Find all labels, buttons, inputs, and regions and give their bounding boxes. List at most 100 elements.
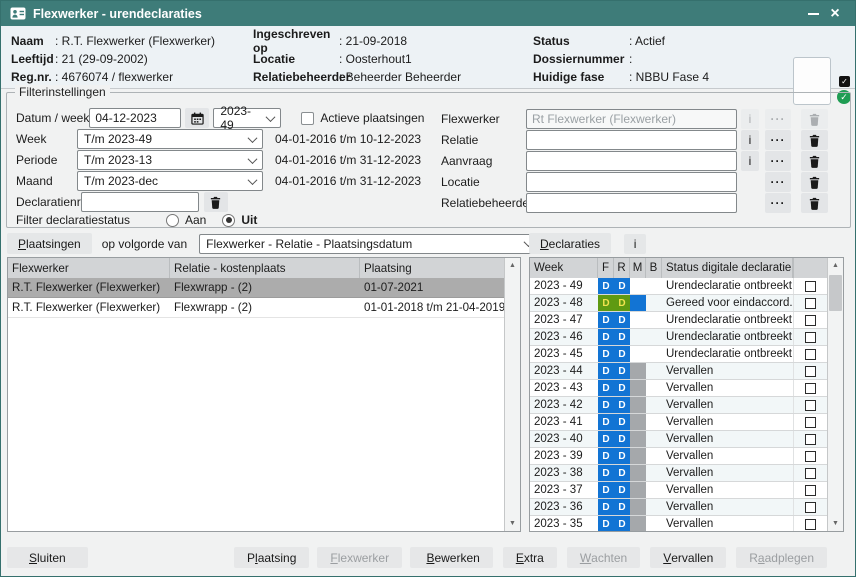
info-button[interactable]: i — [741, 130, 759, 150]
trash-icon — [209, 196, 222, 209]
browse-button[interactable]: ··· — [765, 109, 791, 129]
maand-select[interactable]: T/m 2023-dec — [77, 171, 263, 191]
clear-button[interactable] — [801, 193, 828, 213]
row-checkbox[interactable] — [805, 485, 816, 496]
row-checkbox[interactable] — [805, 298, 816, 309]
scroll-up-button[interactable]: ▲ — [505, 258, 520, 273]
row-checkbox[interactable] — [805, 383, 816, 394]
aanvraag-input[interactable] — [526, 151, 737, 171]
column-header-b[interactable]: B — [646, 258, 662, 278]
table-row[interactable]: 2023 - 44DDVervallen — [530, 363, 827, 380]
row-checkbox[interactable] — [805, 366, 816, 377]
periode-select[interactable]: T/m 2023-13 — [77, 150, 263, 170]
datum-input[interactable] — [89, 108, 181, 128]
column-header-m[interactable]: M — [630, 258, 646, 278]
info-button[interactable]: i — [741, 109, 759, 129]
week-select[interactable]: T/m 2023-49 — [77, 129, 263, 149]
vertical-scrollbar[interactable]: ▲ ▼ — [504, 258, 520, 531]
row-checkbox[interactable] — [805, 400, 816, 411]
vervallen-button[interactable]: Vervallen — [650, 547, 726, 568]
table-row[interactable]: 2023 - 47DDUrendeclaratie ontbreekt — [530, 312, 827, 329]
scrollbar-thumb[interactable] — [829, 275, 842, 311]
vertical-scrollbar[interactable]: ▲ ▼ — [827, 258, 843, 531]
extra-button[interactable]: Extra — [503, 547, 557, 568]
column-header-r[interactable]: R — [614, 258, 630, 278]
relatiebeheerder-input[interactable] — [526, 193, 737, 213]
browse-button[interactable]: ··· — [765, 130, 791, 150]
browse-button[interactable]: ··· — [765, 193, 791, 213]
table-row[interactable]: 2023 - 46DDUrendeclaratie ontbreekt — [530, 329, 827, 346]
checked-checkbox-icon[interactable]: ✓ — [839, 76, 850, 87]
m-status-cell — [630, 465, 646, 481]
header-column-1: Naam: R.T. Flexwerker (Flexwerker)Leefti… — [11, 32, 215, 86]
table-row[interactable]: 2023 - 49DDUrendeclaratie ontbreekt — [530, 278, 827, 295]
column-header-f[interactable]: F — [598, 258, 614, 278]
checkbox-cell — [793, 346, 827, 362]
column-header-week[interactable]: Week — [530, 258, 598, 278]
scroll-up-button[interactable]: ▲ — [828, 258, 843, 273]
radio-aan[interactable] — [166, 214, 179, 227]
b-status-cell — [646, 346, 662, 362]
column-header-status[interactable]: Status digitale declaratie — [662, 258, 793, 278]
plaatsingen-button[interactable]: Plaatsingen — [7, 233, 92, 254]
flexwerker-input[interactable] — [526, 109, 737, 129]
row-checkbox[interactable] — [805, 434, 816, 445]
table-row[interactable]: 2023 - 40DDVervallen — [530, 431, 827, 448]
table-row[interactable]: 2023 - 39DDVervallen — [530, 448, 827, 465]
calendar-button[interactable] — [185, 108, 209, 128]
row-checkbox[interactable] — [805, 349, 816, 360]
table-row[interactable]: 2023 - 45DDUrendeclaratie ontbreekt — [530, 346, 827, 363]
b-status-cell — [646, 431, 662, 447]
column-header-plaatsing[interactable]: Plaatsing — [360, 258, 504, 278]
relatie-input[interactable] — [526, 130, 737, 150]
locatie-input[interactable] — [526, 172, 737, 192]
raadplegen-button: Raadplegen — [736, 547, 827, 568]
info-button[interactable]: i — [741, 151, 759, 171]
browse-button[interactable]: ··· — [765, 172, 791, 192]
cell: 01-07-2021 — [360, 281, 504, 294]
table-row[interactable]: 2023 - 38DDVervallen — [530, 465, 827, 482]
browse-button[interactable]: ··· — [765, 151, 791, 171]
sluiten-button[interactable]: Sluiten — [7, 547, 88, 568]
column-header-relatie-kostenplaats[interactable]: Relatie - kostenplaats — [170, 258, 360, 278]
r-status-cell: D — [614, 346, 630, 362]
field-value: : R.T. Flexwerker (Flexwerker) — [55, 34, 215, 48]
plaatsing-button[interactable]: Plaatsing — [234, 547, 309, 568]
row-checkbox[interactable] — [805, 332, 816, 343]
close-button[interactable]: × — [824, 3, 846, 25]
actieve-plaatsingen-checkbox[interactable] — [301, 112, 314, 125]
row-checkbox[interactable] — [805, 315, 816, 326]
table-row[interactable]: 2023 - 43DDVervallen — [530, 380, 827, 397]
scroll-down-button[interactable]: ▼ — [828, 516, 843, 531]
clear-button[interactable] — [801, 151, 828, 171]
table-row[interactable]: R.T. Flexwerker (Flexwerker)Flexwrapp - … — [8, 298, 504, 318]
row-checkbox[interactable] — [805, 451, 816, 462]
declaratienr-clear-button[interactable] — [204, 192, 228, 212]
clear-button[interactable] — [801, 109, 828, 129]
declaratienr-input[interactable] — [81, 192, 199, 212]
row-checkbox[interactable] — [805, 281, 816, 292]
row-checkbox[interactable] — [805, 502, 816, 513]
radio-uit[interactable] — [222, 214, 235, 227]
column-header-flexwerker[interactable]: Flexwerker — [8, 258, 170, 278]
table-row[interactable]: 2023 - 42DDVervallen — [530, 397, 827, 414]
scroll-down-button[interactable]: ▼ — [505, 516, 520, 531]
field-label: Huidige fase — [533, 70, 629, 84]
table-row[interactable]: R.T. Flexwerker (Flexwerker)Flexwrapp - … — [8, 278, 504, 298]
row-checkbox[interactable] — [805, 468, 816, 479]
table-row[interactable]: 2023 - 37DDVervallen — [530, 482, 827, 499]
clear-button[interactable] — [801, 130, 828, 150]
row-checkbox[interactable] — [805, 417, 816, 428]
table-row[interactable]: 2023 - 36DDVervallen — [530, 499, 827, 516]
sort-select[interactable]: Flexwerker - Relatie - Plaatsingsdatum — [199, 234, 539, 254]
table-row[interactable]: 2023 - 48DDGereed voor eindaccord... — [530, 295, 827, 312]
declaraties-info-button[interactable]: i — [624, 234, 646, 254]
minimize-button[interactable] — [802, 3, 824, 25]
table-row[interactable]: 2023 - 41DDVervallen — [530, 414, 827, 431]
row-checkbox[interactable] — [805, 519, 816, 530]
week-number-select[interactable]: 2023-49 — [213, 108, 281, 128]
bewerken-button[interactable]: Bewerken — [413, 547, 492, 568]
clear-button[interactable] — [801, 172, 828, 192]
declaraties-button[interactable]: Declaraties — [529, 233, 611, 254]
table-row[interactable]: 2023 - 35DDVervallen — [530, 516, 827, 531]
